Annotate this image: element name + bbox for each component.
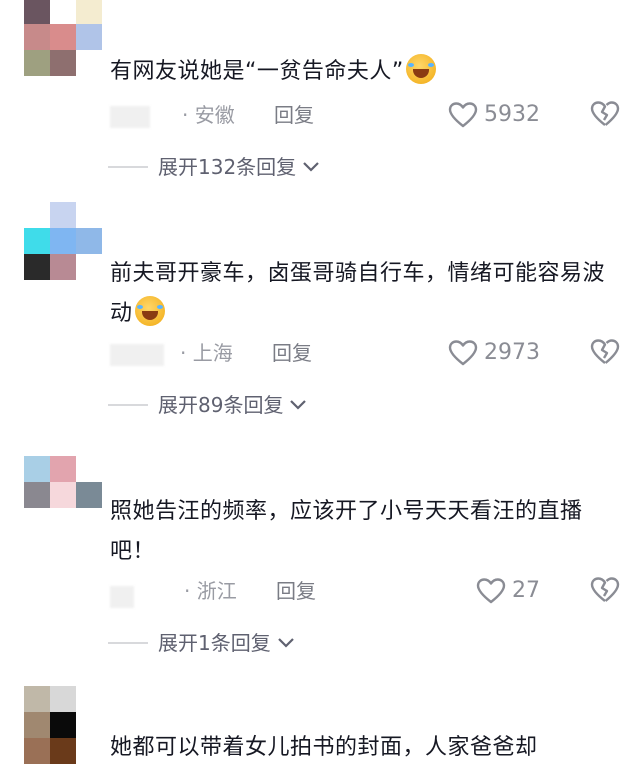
avatar-mosaic-cell (24, 0, 50, 24)
comment-body: 她都可以带着女儿拍书的封面，人家爸爸却 (110, 735, 538, 760)
avatar-mosaic-cell (76, 686, 102, 712)
avatar-mosaic-cell (50, 24, 76, 50)
avatar-mosaic-cell (24, 24, 50, 50)
avatar-mosaic-cell (24, 228, 50, 254)
avatar-mosaic-cell (50, 456, 76, 482)
like-button[interactable]: 2973 (448, 338, 540, 368)
broken-heart-icon (590, 339, 620, 364)
location: · 安徽 (182, 103, 235, 127)
avatar-mosaic-cell (76, 482, 102, 508)
reply-button[interactable]: 回复 (272, 338, 312, 368)
like-count: 5932 (484, 102, 540, 127)
laughing-tears-emoji-icon (134, 296, 165, 326)
avatar-mosaic-cell (76, 738, 102, 764)
comment-text: 她都可以带着女儿拍书的封面，人家爸爸却 (110, 728, 620, 768)
avatar-mosaic-cell (50, 508, 76, 534)
avatar-mosaic-cell (24, 508, 50, 534)
avatar-mosaic-cell (50, 738, 76, 764)
divider-line (108, 166, 148, 168)
like-button[interactable]: 27 (476, 576, 540, 606)
comment-text: 前夫哥开豪车，卤蛋哥骑自行车，情绪可能容易波动 (110, 254, 620, 334)
expand-replies[interactable]: 展开132条回复 (108, 152, 320, 182)
comment-body: 照她告汪的频率，应该开了小号天天看汪的直播吧！ (110, 499, 583, 564)
avatar-mosaic-cell (76, 228, 102, 254)
comment-body: 有网友说她是“一贫告命夫人” (110, 59, 404, 84)
avatar-mosaic-cell (50, 202, 76, 228)
avatar-mosaic-cell (76, 50, 102, 76)
like-count: 2973 (484, 340, 540, 365)
expand-replies-label: 展开1条回复 (158, 631, 271, 655)
chevron-down-icon (290, 400, 307, 410)
like-button[interactable]: 5932 (448, 100, 540, 130)
avatar-mosaic-cell (50, 686, 76, 712)
avatar-mosaic-cell (76, 0, 102, 24)
location: · 上海 (180, 341, 233, 365)
avatar-mosaic-cell (76, 508, 102, 534)
comment-meta: · 上海 回复 2973 (110, 338, 620, 368)
avatar-mosaic-cell (24, 712, 50, 738)
like-count: 27 (512, 578, 540, 603)
avatar-mosaic-cell (50, 712, 76, 738)
avatar-mosaic-cell (24, 202, 50, 228)
avatar[interactable] (24, 686, 104, 766)
location: · 浙江 (184, 579, 237, 603)
avatar-mosaic-cell (24, 482, 50, 508)
expand-replies[interactable]: 展开1条回复 (108, 628, 295, 658)
reply-button[interactable]: 回复 (274, 100, 314, 130)
expand-replies-label: 展开89条回复 (158, 393, 284, 417)
laughing-tears-emoji-icon (405, 54, 436, 84)
chevron-down-icon (277, 638, 294, 648)
heart-outline-icon (448, 102, 478, 128)
avatar-mosaic-cell (24, 254, 50, 280)
comment-meta: · 安徽 回复 5932 (110, 100, 620, 130)
avatar-mosaic-cell (50, 228, 76, 254)
avatar-mosaic-cell (24, 738, 50, 764)
chevron-down-icon (303, 162, 319, 172)
avatar-mosaic-cell (76, 24, 102, 50)
divider-line (108, 404, 148, 406)
avatar-mosaic-cell (76, 254, 102, 280)
expand-replies-label: 展开132条回复 (158, 155, 297, 179)
dislike-button[interactable] (590, 100, 620, 132)
avatar[interactable] (24, 202, 104, 282)
avatar-mosaic-cell (24, 50, 50, 76)
dislike-button[interactable] (590, 338, 620, 370)
timestamp-blurred (110, 586, 134, 608)
avatar[interactable] (24, 0, 104, 78)
broken-heart-icon (590, 577, 620, 602)
comment-body: 前夫哥开豪车，卤蛋哥骑自行车，情绪可能容易波动 (110, 261, 606, 326)
comment-text: 有网友说她是“一贫告命夫人” (110, 52, 620, 92)
avatar-mosaic-cell (24, 456, 50, 482)
timestamp-blurred (110, 344, 164, 366)
expand-replies[interactable]: 展开89条回复 (108, 390, 307, 420)
comment-text: 照她告汪的频率，应该开了小号天天看汪的直播吧！ (110, 492, 620, 572)
comment-meta: · 浙江 回复 27 (110, 576, 620, 608)
dislike-button[interactable] (590, 576, 620, 608)
timestamp-blurred (110, 106, 150, 128)
avatar-mosaic-cell (50, 50, 76, 76)
avatar-mosaic-cell (76, 456, 102, 482)
avatar-mosaic-cell (50, 0, 76, 24)
heart-outline-icon (476, 578, 506, 604)
avatar[interactable] (24, 456, 104, 536)
broken-heart-icon (590, 101, 620, 126)
avatar-mosaic-cell (50, 482, 76, 508)
reply-button[interactable]: 回复 (276, 576, 316, 606)
avatar-mosaic-cell (76, 202, 102, 228)
heart-outline-icon (448, 340, 478, 366)
avatar-mosaic-cell (76, 712, 102, 738)
avatar-mosaic-cell (50, 254, 76, 280)
avatar-mosaic-cell (24, 686, 50, 712)
divider-line (108, 642, 148, 644)
